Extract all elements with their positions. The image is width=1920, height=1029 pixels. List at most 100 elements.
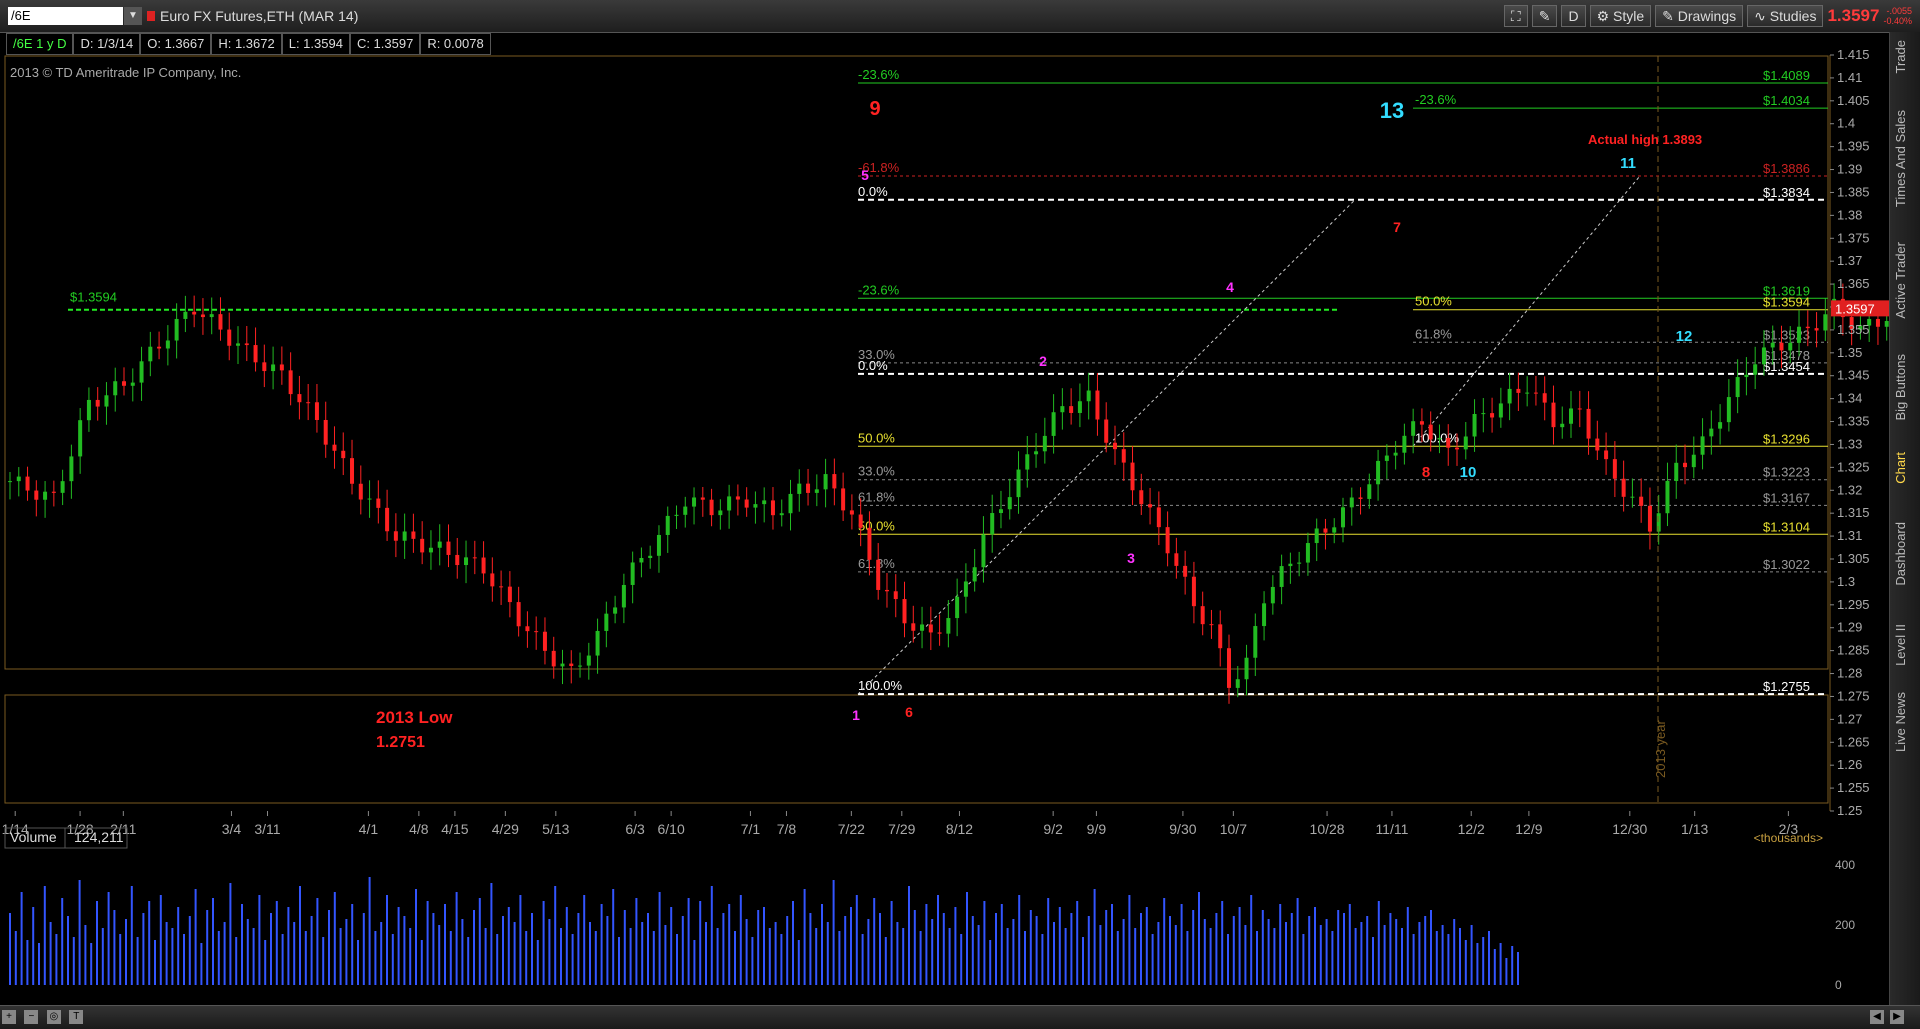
candle-body — [341, 451, 345, 458]
candle-body — [534, 631, 538, 632]
zoom-out-icon[interactable]: − — [24, 1010, 38, 1024]
drawing-mode-icon[interactable]: D — [1561, 5, 1585, 27]
candle-body — [1639, 497, 1643, 506]
candle-body — [1595, 439, 1599, 451]
candle-body — [1692, 455, 1696, 467]
style-icon: ⚙ — [1597, 8, 1613, 24]
candle-body — [1034, 451, 1038, 454]
price-tick-label: 1.305 — [1837, 551, 1870, 566]
zoom-in-icon[interactable]: + — [2, 1010, 16, 1024]
candle-body — [385, 508, 389, 531]
candle-body — [911, 623, 915, 630]
scroll-right-icon[interactable]: ▶ — [1890, 1010, 1904, 1024]
date-tick-label: 1/28 — [66, 821, 93, 837]
close-value: C: 1.3597 — [350, 33, 420, 55]
volume-label: Volume — [10, 829, 57, 845]
candle-body — [297, 394, 301, 402]
candle-body — [525, 626, 529, 631]
fib-percent-label: -61.8% — [858, 160, 900, 175]
candle-body — [631, 562, 635, 585]
candle-body — [1630, 497, 1634, 498]
date-tick-label: 12/9 — [1515, 821, 1542, 837]
wave-label: 6 — [905, 704, 913, 720]
tab-big-buttons[interactable]: Big Buttons — [1893, 354, 1908, 421]
candle-body — [1788, 343, 1792, 351]
price-tick-label: 1.325 — [1837, 459, 1870, 474]
tab-trade[interactable]: Trade — [1893, 40, 1908, 73]
fib-price-label: $1.4089 — [1763, 68, 1810, 83]
wrench-icon[interactable]: ✎ — [1532, 5, 1558, 27]
fib-percent-label: 33.0% — [858, 347, 895, 362]
candle-body — [1394, 453, 1398, 456]
candle-body — [1437, 438, 1441, 439]
symbol-dropdown-icon[interactable]: ▼ — [124, 7, 142, 25]
candle-body — [683, 507, 687, 515]
candle-body — [1402, 436, 1406, 453]
candle-body — [517, 602, 521, 626]
fib-percent-label: 61.8% — [858, 556, 895, 571]
candle-body — [1867, 319, 1871, 326]
tab-active-trader[interactable]: Active Trader — [1893, 242, 1908, 319]
tab-dashboard[interactable]: Dashboard — [1893, 522, 1908, 586]
price-tick-label: 1.375 — [1837, 230, 1870, 245]
wave-label: 10 — [1460, 464, 1477, 481]
price-tick-label: 1.29 — [1837, 620, 1862, 635]
fib-price-label: $1.4034 — [1763, 93, 1810, 108]
candle-body — [1876, 319, 1880, 327]
candle-body — [1578, 408, 1582, 409]
candle-body — [78, 420, 82, 456]
price-axis: 1.4151.411.4051.41.3951.391.3851.381.375… — [1830, 47, 1889, 818]
candle-body — [1087, 391, 1091, 402]
candle-body — [552, 651, 556, 667]
studies-button[interactable]: ∿ Studies — [1747, 5, 1823, 27]
candle-body — [1113, 443, 1117, 449]
candle-body — [192, 312, 196, 315]
candle-body — [1841, 299, 1845, 317]
tab-live-news[interactable]: Live News — [1893, 692, 1908, 752]
candle-body — [1148, 504, 1152, 507]
candle-body — [1858, 326, 1862, 330]
price-tick-label: 1.41 — [1837, 70, 1862, 85]
candle-body — [1174, 553, 1178, 566]
candle-body — [1095, 391, 1099, 420]
candle-body — [859, 515, 863, 528]
candle-body — [1657, 513, 1661, 531]
volume-tick-label: 0 — [1835, 978, 1842, 992]
tab-times-and-sales[interactable]: Times And Sales — [1893, 110, 1908, 207]
candle-body — [1560, 424, 1564, 427]
candle-body — [736, 496, 740, 499]
reset-zoom-icon[interactable]: ◎ — [47, 1010, 61, 1024]
style-button[interactable]: ⚙ Style — [1590, 5, 1652, 27]
candle-body — [1209, 624, 1213, 625]
tab-chart[interactable]: Chart — [1893, 452, 1908, 484]
copyright-text: 2013 © TD Ameritrade IP Company, Inc. — [10, 65, 241, 80]
scroll-left-icon[interactable]: ◀ — [1870, 1010, 1884, 1024]
cursor-icon[interactable]: ⛶ — [1504, 5, 1528, 27]
candle-body — [587, 656, 591, 666]
price-tick-label: 1.395 — [1837, 139, 1870, 154]
candle-body — [604, 614, 608, 631]
candle-body — [166, 340, 170, 348]
candle-body — [1613, 459, 1617, 479]
date-tick-label: 1/13 — [1681, 821, 1708, 837]
candle-body — [175, 319, 179, 341]
candle-body — [1525, 393, 1529, 394]
symbol-input[interactable]: /6E — [8, 7, 123, 25]
candle-body — [1104, 420, 1108, 443]
tab-level-ii[interactable]: Level II — [1893, 624, 1908, 666]
candle-body — [999, 509, 1003, 513]
candle-body — [727, 496, 731, 510]
candle-body — [639, 558, 643, 562]
candle-body — [394, 531, 398, 540]
wave-label: 9 — [869, 98, 880, 120]
date-tick-label: 3/4 — [222, 821, 242, 837]
drawings-button[interactable]: ✎ Drawings — [1655, 5, 1743, 27]
candle-body — [1736, 377, 1740, 397]
toolbar: /6E ▼ Euro FX Futures,ETH (MAR 14) ⛶ ✎ D… — [0, 0, 1920, 33]
period-label[interactable]: /6E 1 y D — [6, 33, 73, 55]
candle-body — [701, 497, 705, 499]
candle-body — [1481, 413, 1485, 414]
candle-body — [52, 492, 56, 493]
text-tool-icon[interactable]: T — [69, 1010, 83, 1024]
price-tick-label: 1.37 — [1837, 253, 1862, 268]
